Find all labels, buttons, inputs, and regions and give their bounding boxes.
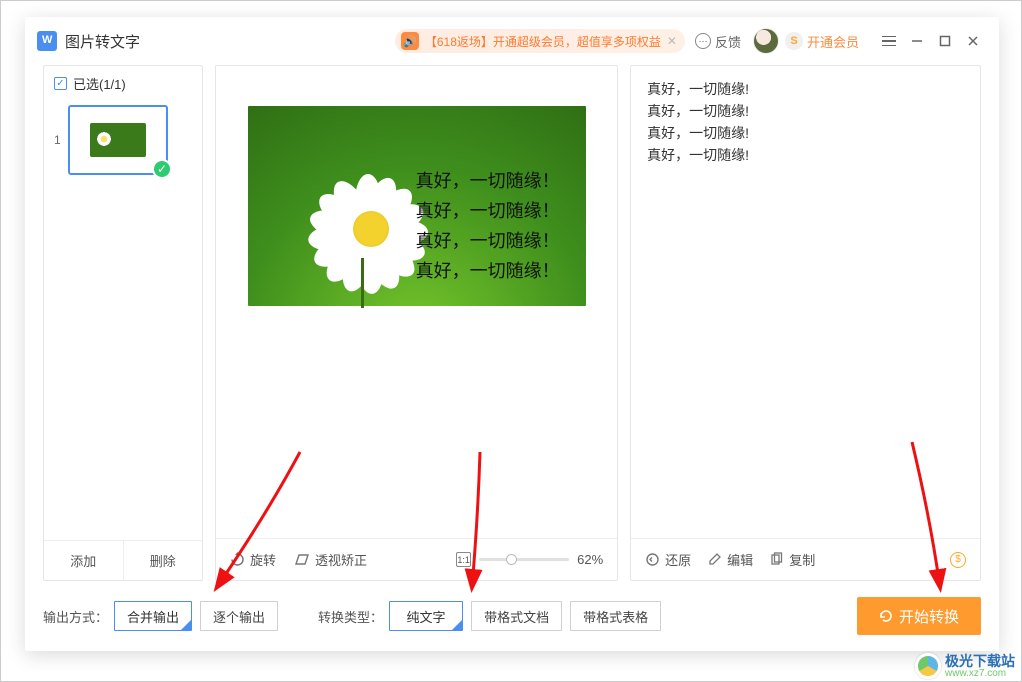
selected-label: 已选(1/1) bbox=[73, 74, 126, 93]
result-panel: 真好，一切随缘! 真好，一切随缘! 真好，一切随缘! 真好，一切随缘! 还原 编… bbox=[630, 65, 981, 581]
promo-text: 【618返场】开通超级会员，超值享多项权益 bbox=[425, 33, 661, 50]
feedback-label: 反馈 bbox=[715, 32, 741, 51]
output-each-button[interactable]: 逐个输出 bbox=[200, 601, 278, 631]
close-button[interactable] bbox=[959, 27, 987, 55]
thumbnail-item[interactable]: 1 ✓ bbox=[54, 105, 192, 175]
flower-graphic bbox=[308, 166, 428, 286]
fit-icon[interactable]: 1:1 bbox=[456, 552, 471, 567]
result-line: 真好，一切随缘! bbox=[647, 100, 964, 122]
watermark-name: 极光下载站 bbox=[945, 654, 1015, 668]
watermark-logo-icon bbox=[915, 653, 941, 679]
maximize-button[interactable] bbox=[931, 27, 959, 55]
convert-type-label: 转换类型： bbox=[318, 607, 383, 626]
edit-button[interactable]: 编辑 bbox=[707, 550, 753, 569]
perspective-icon bbox=[294, 553, 310, 566]
titlebar: 图片转文字 🔊 【618返场】开通超级会员，超值享多项权益 ✕ ⋯ 反馈 S 开… bbox=[25, 17, 999, 65]
app-title: 图片转文字 bbox=[65, 31, 140, 52]
speaker-icon: 🔊 bbox=[401, 32, 419, 50]
app-icon bbox=[37, 31, 57, 51]
add-button[interactable]: 添加 bbox=[44, 541, 124, 580]
thumbnail-panel: ✓ 已选(1/1) 1 ✓ 添加 删除 bbox=[43, 65, 203, 581]
refresh-icon bbox=[879, 609, 893, 623]
thumbnail-box[interactable]: ✓ bbox=[68, 105, 168, 175]
promo-close-icon[interactable]: ✕ bbox=[667, 34, 677, 48]
perspective-button[interactable]: 透视矫正 bbox=[294, 550, 367, 569]
checkbox-icon[interactable]: ✓ bbox=[54, 77, 67, 90]
restore-button[interactable]: 还原 bbox=[645, 550, 691, 569]
pencil-icon bbox=[707, 552, 722, 567]
type-plain-button[interactable]: 纯文字 bbox=[389, 601, 463, 631]
result-text[interactable]: 真好，一切随缘! 真好，一切随缘! 真好，一切随缘! 真好，一切随缘! bbox=[631, 66, 980, 538]
type-table-button[interactable]: 带格式表格 bbox=[570, 601, 661, 631]
result-line: 真好，一切随缘! bbox=[647, 122, 964, 144]
thumbnail-image bbox=[90, 123, 146, 157]
delete-button[interactable]: 删除 bbox=[124, 541, 203, 580]
copy-button[interactable]: 复制 bbox=[769, 550, 815, 569]
coin-icon[interactable]: $ bbox=[950, 552, 966, 568]
output-mode-label: 输出方式： bbox=[43, 607, 108, 626]
copy-icon bbox=[769, 552, 784, 567]
avatar[interactable] bbox=[753, 28, 779, 54]
menu-button[interactable] bbox=[875, 27, 903, 55]
watermark: 极光下载站 www.xz7.com bbox=[915, 653, 1015, 679]
type-doc-button[interactable]: 带格式文档 bbox=[471, 601, 562, 631]
zoom-handle[interactable] bbox=[506, 554, 517, 565]
start-convert-button[interactable]: 开始转换 bbox=[857, 597, 981, 635]
rotate-button[interactable]: 旋转 bbox=[230, 550, 276, 569]
promo-banner[interactable]: 🔊 【618返场】开通超级会员，超值享多项权益 ✕ bbox=[395, 29, 685, 53]
zoom-slider[interactable] bbox=[479, 558, 569, 561]
restore-icon bbox=[645, 552, 660, 567]
preview-image: 真好，一切随缘！ 真好，一切随缘！ 真好，一切随缘！ 真好，一切随缘！ bbox=[248, 106, 586, 306]
preview-panel: 真好，一切随缘！ 真好，一切随缘！ 真好，一切随缘！ 真好，一切随缘！ 旋转 透… bbox=[215, 65, 618, 581]
thumb-number: 1 bbox=[54, 133, 68, 147]
watermark-url: www.xz7.com bbox=[945, 668, 1015, 679]
result-line: 真好，一切随缘! bbox=[647, 78, 964, 100]
selected-count[interactable]: ✓ 已选(1/1) bbox=[44, 66, 202, 101]
preview-area[interactable]: 真好，一切随缘！ 真好，一切随缘！ 真好，一切随缘！ 真好，一切随缘！ bbox=[216, 66, 617, 538]
image-text: 真好，一切随缘！ 真好，一切随缘！ 真好，一切随缘！ 真好，一切随缘！ bbox=[416, 166, 560, 286]
vip-link[interactable]: 开通会员 bbox=[807, 32, 859, 51]
feedback-link[interactable]: ⋯ 反馈 bbox=[695, 32, 741, 51]
zoom-value: 62% bbox=[577, 552, 603, 567]
minimize-button[interactable] bbox=[903, 27, 931, 55]
vip-badge-icon: S bbox=[785, 32, 803, 50]
chat-icon: ⋯ bbox=[695, 33, 711, 49]
rotate-icon bbox=[230, 552, 245, 567]
result-line: 真好，一切随缘! bbox=[647, 144, 964, 166]
bottom-bar: 输出方式： 合并输出 逐个输出 转换类型： 纯文字 带格式文档 带格式表格 开始… bbox=[25, 581, 999, 651]
check-icon: ✓ bbox=[152, 159, 172, 179]
output-merge-button[interactable]: 合并输出 bbox=[114, 601, 192, 631]
